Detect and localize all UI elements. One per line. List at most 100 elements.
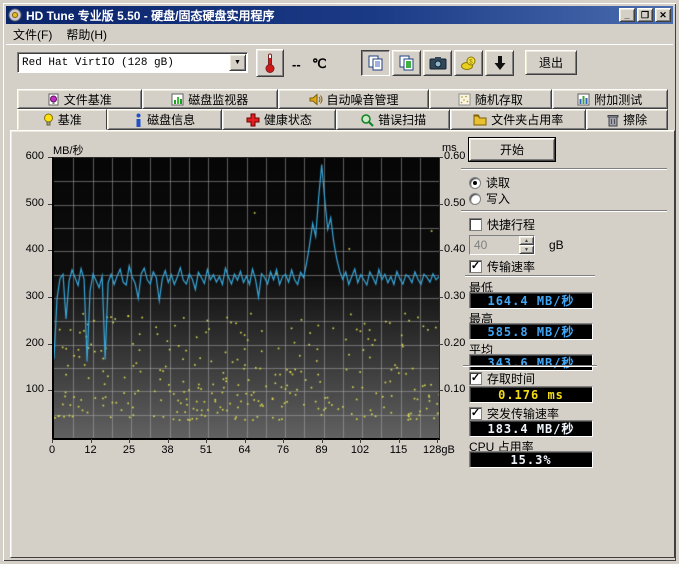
read-radio[interactable] bbox=[469, 177, 481, 189]
transfer-rate-checkbox[interactable] bbox=[469, 260, 482, 273]
separator bbox=[461, 210, 667, 212]
axis-tick-mark bbox=[399, 439, 400, 443]
hdtune-window: HD Tune 专业版 5.50 - 硬盘/固态硬盘实用程序 _ ❐ ✕ 文件(… bbox=[0, 0, 679, 564]
right-axis-tick-label: 0.20 bbox=[444, 337, 465, 349]
exit-button[interactable]: 退出 bbox=[525, 50, 577, 75]
tab-erase-label: 擦除 bbox=[623, 111, 647, 128]
avg-value-lcd: 343.6 MB/秒 bbox=[469, 354, 593, 371]
short-stroke-spinner[interactable]: 40 ▲ ▼ bbox=[469, 235, 535, 255]
short-stroke-row[interactable]: 快捷行程 bbox=[469, 216, 535, 233]
tab-folder-usage-label: 文件夹占用率 bbox=[491, 111, 563, 128]
camera-icon bbox=[429, 56, 447, 70]
spinner-unit-label: gB bbox=[549, 238, 564, 252]
thermometer-icon bbox=[262, 52, 278, 74]
axis-tick-mark bbox=[48, 390, 52, 391]
spinner-value: 40 bbox=[470, 236, 519, 254]
axis-tick-mark bbox=[439, 157, 443, 158]
axis-tick-mark bbox=[439, 250, 443, 251]
error-scan-icon bbox=[360, 113, 374, 127]
x-axis-tick-label: 0 bbox=[38, 444, 66, 456]
axis-tick-mark bbox=[91, 439, 92, 443]
save-results-button[interactable] bbox=[485, 50, 514, 76]
left-axis-tick-label: 400 bbox=[26, 243, 44, 255]
donate-button[interactable]: $ bbox=[454, 50, 483, 76]
close-button[interactable]: ✕ bbox=[655, 8, 671, 22]
axis-tick-mark bbox=[52, 439, 53, 443]
tab-folder-usage[interactable]: 文件夹占用率 bbox=[450, 109, 586, 130]
tab-health-label: 健康状态 bbox=[264, 111, 312, 128]
left-axis-unit-label: MB/秒 bbox=[53, 142, 84, 158]
minimize-button[interactable]: _ bbox=[619, 8, 635, 22]
right-axis-tick-label: 0.40 bbox=[444, 243, 465, 255]
max-value-lcd: 585.8 MB/秒 bbox=[469, 323, 593, 340]
right-axis-tick-label: 0.60 bbox=[444, 150, 465, 162]
axis-tick-mark bbox=[245, 439, 246, 443]
access-time-lcd: 0.176 ms bbox=[469, 386, 593, 403]
tab-benchmark[interactable]: 基准 bbox=[17, 109, 107, 130]
x-axis-tick-label: 128gB bbox=[423, 444, 451, 456]
titlebar: HD Tune 专业版 5.50 - 硬盘/固态硬盘实用程序 _ ❐ ✕ bbox=[6, 6, 673, 24]
toolbar: Red Hat VirtIO (128 gB) ▼ -- ℃ $ 退出 bbox=[6, 44, 673, 82]
burst-rate-checkbox[interactable] bbox=[469, 407, 482, 420]
random-access-icon bbox=[458, 93, 471, 106]
tab-erase[interactable]: 擦除 bbox=[586, 109, 668, 130]
spinner-up-button[interactable]: ▲ bbox=[519, 236, 534, 245]
transfer-rate-label: 传输速率 bbox=[487, 258, 535, 275]
combo-dropdown-arrow-icon[interactable]: ▼ bbox=[229, 54, 246, 71]
x-axis-tick-label: 25 bbox=[115, 444, 143, 456]
x-axis-tick-label: 115 bbox=[385, 444, 413, 456]
tab-extra-tests[interactable]: 附加测试 bbox=[552, 89, 668, 109]
separator bbox=[461, 168, 667, 170]
tab-disk-monitor[interactable]: 磁盘监视器 bbox=[142, 89, 278, 109]
left-axis-tick-label: 300 bbox=[26, 290, 44, 302]
x-axis-tick-label: 89 bbox=[308, 444, 336, 456]
access-time-row[interactable]: 存取时间 bbox=[469, 370, 535, 387]
axis-tick-mark bbox=[437, 439, 438, 443]
maximize-button[interactable]: ❐ bbox=[637, 8, 653, 22]
screenshot-button[interactable] bbox=[423, 50, 452, 76]
spinner-down-button[interactable]: ▼ bbox=[519, 245, 534, 254]
read-radio-row[interactable]: 读取 bbox=[469, 174, 510, 191]
axis-tick-mark bbox=[48, 204, 52, 205]
file-benchmark-icon bbox=[47, 93, 60, 106]
tabstrip: 文件基准磁盘监视器自动噪音管理 随机存取 附加测试 基准 磁盘信息 健康状态 错误扫描 文件… bbox=[17, 89, 668, 130]
write-radio-row[interactable]: 写入 bbox=[469, 190, 510, 207]
disk-info-icon bbox=[134, 113, 143, 127]
tab-error-scan[interactable]: 错误扫描 bbox=[336, 109, 450, 130]
benchmark-page: MB/秒 ms 6005004003002001000.600.500.400.… bbox=[10, 130, 675, 558]
access-time-label: 存取时间 bbox=[487, 370, 535, 387]
x-axis-tick-label: 51 bbox=[192, 444, 220, 456]
axis-tick-mark bbox=[439, 204, 443, 205]
axis-tick-mark bbox=[322, 439, 323, 443]
temperature-unit: ℃ bbox=[312, 56, 327, 72]
tab-disk-info-label: 磁盘信息 bbox=[147, 111, 195, 128]
menu-item-file[interactable]: 文件(F) bbox=[6, 25, 59, 44]
temperature-button[interactable] bbox=[256, 49, 284, 77]
x-axis-tick-label: 76 bbox=[269, 444, 297, 456]
tabrow-front: 基准 磁盘信息 健康状态 错误扫描 文件夹占用率 擦除 bbox=[17, 109, 668, 130]
write-radio[interactable] bbox=[469, 193, 481, 205]
disk-monitor-icon bbox=[171, 93, 184, 106]
copy-text-button[interactable] bbox=[361, 50, 390, 76]
copy-text-icon bbox=[367, 54, 385, 72]
tab-random-access-label: 随机存取 bbox=[475, 91, 523, 108]
x-axis-tick-label: 12 bbox=[77, 444, 105, 456]
axis-tick-mark bbox=[439, 297, 443, 298]
start-button[interactable]: 开始 bbox=[469, 138, 555, 161]
tab-health[interactable]: 健康状态 bbox=[222, 109, 336, 130]
transfer-rate-row[interactable]: 传输速率 bbox=[469, 258, 535, 275]
copy-image-button[interactable] bbox=[392, 50, 421, 76]
tab-random-access[interactable]: 随机存取 bbox=[429, 89, 551, 109]
tab-noise-management[interactable]: 自动噪音管理 bbox=[278, 89, 429, 109]
short-stroke-checkbox[interactable] bbox=[469, 218, 482, 231]
access-time-checkbox[interactable] bbox=[469, 372, 482, 385]
axis-tick-mark bbox=[48, 297, 52, 298]
axis-tick-mark bbox=[129, 439, 130, 443]
extra-tests-icon bbox=[577, 93, 590, 106]
tab-file-benchmark[interactable]: 文件基准 bbox=[17, 89, 142, 109]
axis-tick-mark bbox=[439, 344, 443, 345]
drive-select-combo[interactable]: Red Hat VirtIO (128 gB) ▼ bbox=[17, 52, 248, 73]
menu-item-help[interactable]: 帮助(H) bbox=[59, 25, 114, 44]
tab-disk-info[interactable]: 磁盘信息 bbox=[107, 109, 221, 130]
left-axis-tick-label: 500 bbox=[26, 197, 44, 209]
